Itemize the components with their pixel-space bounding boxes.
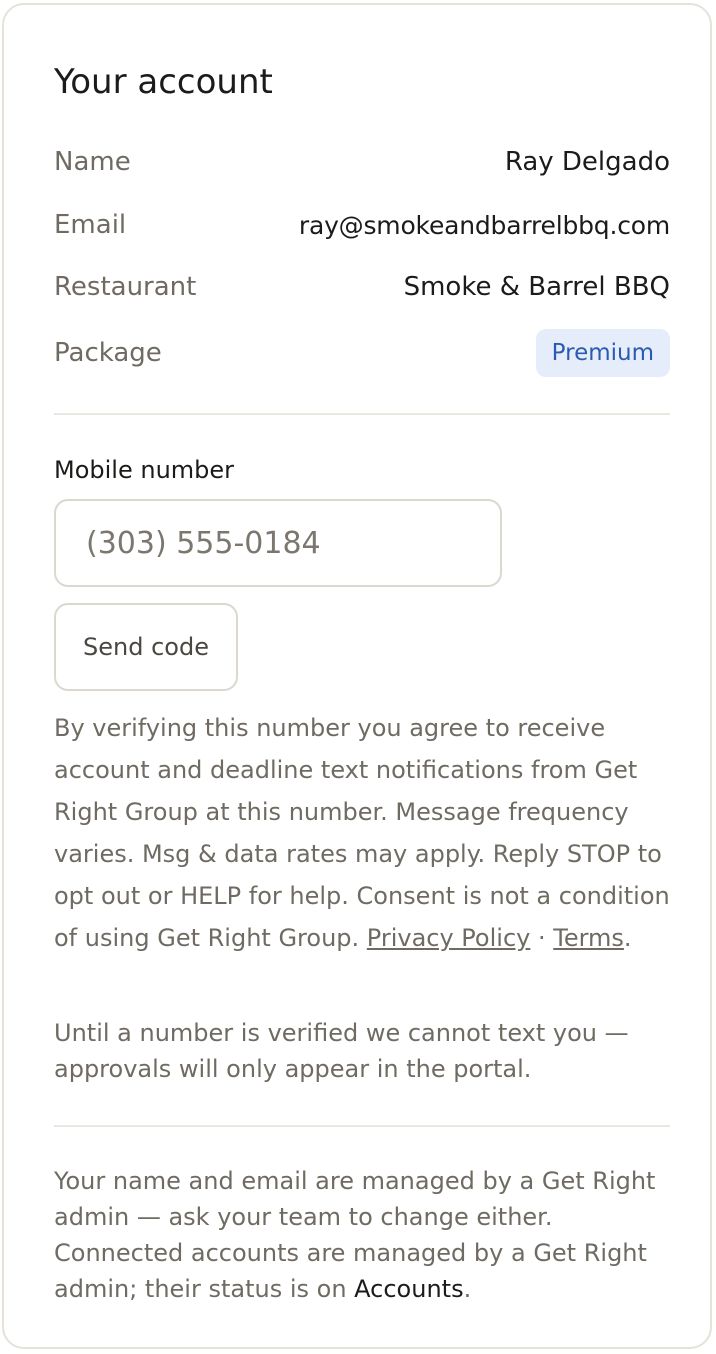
terms-link[interactable]: Terms xyxy=(553,924,624,952)
restaurant-label: Restaurant xyxy=(54,272,197,302)
section-divider xyxy=(54,413,670,415)
package-label: Package xyxy=(54,338,162,368)
name-label: Name xyxy=(54,147,131,177)
sms-consent-text: By verifying this number you agree to re… xyxy=(54,707,670,959)
account-row-name: Name Ray Delgado xyxy=(54,142,670,182)
mobile-number-label: Mobile number xyxy=(54,456,235,484)
send-code-button[interactable]: Send code xyxy=(54,603,238,691)
admin-managed-note: Your name and email are managed by a Get… xyxy=(54,1163,670,1307)
account-row-email: Email ray@smokeandbarrelbbq.com xyxy=(54,205,670,245)
link-separator: · xyxy=(530,924,554,952)
account-row-restaurant: Restaurant Smoke & Barrel BBQ xyxy=(54,267,670,307)
restaurant-value: Smoke & Barrel BBQ xyxy=(403,272,670,302)
package-badge: Premium xyxy=(535,329,670,377)
footer-divider xyxy=(54,1125,670,1127)
consent-period: . xyxy=(623,924,632,952)
account-row-package: Package Premium xyxy=(54,329,670,377)
privacy-policy-link[interactable]: Privacy Policy xyxy=(367,924,531,952)
account-card: Your account Name Ray Delgado Email ray@… xyxy=(2,3,712,1349)
consent-body: By verifying this number you agree to re… xyxy=(54,714,670,952)
footer-period: . xyxy=(463,1275,472,1303)
accounts-link[interactable]: Accounts xyxy=(354,1275,463,1303)
name-value: Ray Delgado xyxy=(504,147,670,177)
page-title: Your account xyxy=(54,62,273,102)
email-label: Email xyxy=(54,210,127,240)
mobile-number-input[interactable] xyxy=(54,499,502,587)
email-value: ray@smokeandbarrelbbq.com xyxy=(298,210,670,240)
verification-notice: Until a number is verified we cannot tex… xyxy=(54,1019,629,1083)
